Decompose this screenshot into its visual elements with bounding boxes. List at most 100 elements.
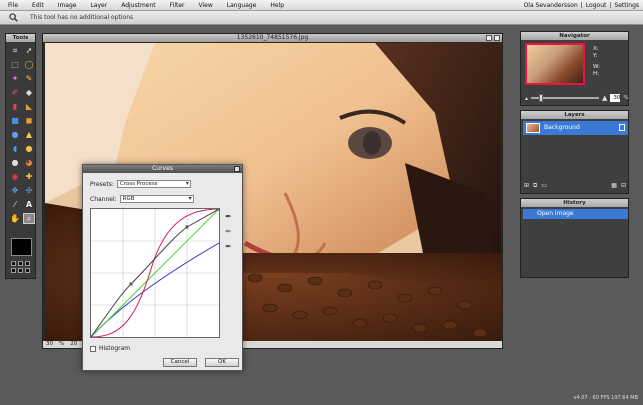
channel-select[interactable]: RGB bbox=[119, 195, 194, 203]
navigator-thumbnail[interactable] bbox=[525, 43, 585, 85]
sponge-icon[interactable]: ● bbox=[23, 143, 35, 154]
picker-icon[interactable]: ⁄ bbox=[9, 199, 21, 210]
ok-button[interactable]: OK bbox=[205, 358, 239, 367]
menu-adjustment[interactable]: Adjustment bbox=[113, 0, 161, 11]
settings-icon[interactable]: ⊟ bbox=[621, 182, 626, 190]
blur-icon[interactable]: ● bbox=[9, 129, 21, 140]
history-panel: History Open image bbox=[520, 198, 629, 278]
color-option[interactable] bbox=[18, 268, 23, 273]
curve-point bbox=[185, 225, 189, 229]
zoom-value[interactable]: 30 bbox=[46, 341, 53, 347]
layers-panel: Layers Background ⊞ ⧉ ▭ ▦ ⊟ bbox=[520, 110, 629, 194]
duplicate-icon[interactable]: ⧉ bbox=[533, 182, 537, 190]
color-option[interactable] bbox=[11, 268, 16, 273]
brush-icon[interactable]: ✐ bbox=[9, 87, 21, 98]
h-label: H: bbox=[593, 71, 599, 77]
gray-point-eyedropper-icon[interactable]: ✒ bbox=[225, 227, 234, 236]
percent-unit: % bbox=[623, 95, 629, 101]
color-options bbox=[11, 261, 30, 273]
presets-select[interactable]: Cross Process bbox=[116, 180, 191, 188]
white-point-eyedropper-icon[interactable]: ✒ bbox=[225, 242, 234, 251]
menu-view[interactable]: View bbox=[191, 0, 219, 11]
eraser-icon[interactable]: ▮ bbox=[9, 101, 21, 112]
pinch-icon[interactable]: ✥ bbox=[9, 185, 21, 196]
add-layer-icon[interactable]: ⊞ bbox=[524, 182, 529, 190]
wand-icon[interactable]: ✦ bbox=[9, 73, 21, 84]
history-item[interactable]: Open image bbox=[523, 209, 628, 219]
presets-label: Presets: bbox=[90, 180, 114, 188]
menu-separator: | bbox=[580, 2, 583, 9]
tools-panel: Tools ⌗ ➚ ⬚ ◯ ✦ ✎ ✐ ◆ ▮ ◣ ■ ◼ ● ▲ ◖ ● ● … bbox=[5, 33, 36, 279]
navigator-coords: X: Y: W: H: bbox=[593, 46, 600, 78]
move-icon[interactable]: ➚ bbox=[23, 45, 35, 56]
menu-filter[interactable]: Filter bbox=[162, 0, 191, 11]
zoom-input[interactable]: 30 bbox=[610, 94, 621, 102]
text-icon[interactable]: A bbox=[23, 199, 35, 210]
zoom-out-icon[interactable]: ▴ bbox=[525, 95, 528, 102]
channel-row: Channel: RGB bbox=[90, 195, 194, 203]
menu-edit[interactable]: Edit bbox=[24, 0, 50, 11]
sharpen-icon[interactable]: ▲ bbox=[23, 129, 35, 140]
menu-image[interactable]: Image bbox=[50, 0, 83, 11]
options-text: This tool has no additional options bbox=[30, 14, 134, 21]
menu-layer[interactable]: Layer bbox=[82, 0, 113, 11]
zoom-slider[interactable] bbox=[531, 94, 600, 102]
menu-file[interactable]: File bbox=[0, 0, 24, 11]
color-option[interactable] bbox=[18, 261, 23, 266]
x-label: X: bbox=[593, 46, 599, 52]
eyedropper-tools: ✒ ✒ ✒ bbox=[225, 212, 234, 251]
foreground-color-swatch[interactable] bbox=[11, 238, 32, 256]
history-item-label: Open image bbox=[537, 210, 574, 217]
status-text: v4.07 - 60 FPS 197.64 MB bbox=[573, 395, 638, 401]
crop-icon[interactable]: ⌗ bbox=[9, 45, 21, 56]
y-label: Y: bbox=[593, 53, 598, 59]
folder-icon[interactable]: ▭ bbox=[541, 182, 547, 190]
logout-link[interactable]: Logout bbox=[586, 0, 607, 11]
settings-link[interactable]: Settings bbox=[614, 0, 639, 11]
trash-icon[interactable]: ▦ bbox=[611, 182, 617, 190]
pencil-icon[interactable]: ✎ bbox=[23, 73, 35, 84]
options-bar: This tool has no additional options bbox=[0, 11, 643, 25]
smudge-icon[interactable]: ◖ bbox=[9, 143, 21, 154]
curves-graph[interactable] bbox=[89, 207, 220, 339]
histogram-row: Histogram bbox=[90, 345, 130, 352]
gradient-icon[interactable]: ■ bbox=[9, 115, 21, 126]
layers-title: Layers bbox=[521, 111, 628, 119]
zoom-icon[interactable]: ⌕ bbox=[23, 213, 35, 224]
cancel-button[interactable]: Cancel bbox=[163, 358, 197, 367]
burn-icon[interactable]: ◕ bbox=[23, 157, 35, 168]
shape-icon[interactable]: ◼ bbox=[23, 115, 35, 126]
image-size-partial: 20 bbox=[70, 341, 78, 347]
channel-label: Channel: bbox=[90, 195, 117, 203]
redeye-icon[interactable]: ◉ bbox=[9, 171, 21, 182]
close-button[interactable] bbox=[234, 166, 240, 172]
zoom-slider-knob[interactable] bbox=[539, 94, 544, 102]
menu-help[interactable]: Help bbox=[262, 0, 290, 11]
color-option[interactable] bbox=[25, 268, 30, 273]
layer-visibility-checkbox[interactable] bbox=[619, 124, 625, 131]
presets-row: Presets: Cross Process bbox=[90, 180, 191, 188]
marquee-icon[interactable]: ⬚ bbox=[9, 59, 21, 70]
dodge-icon[interactable]: ● bbox=[9, 157, 21, 168]
curves-dialog: Curves Presets: Cross Process Channel: R… bbox=[82, 164, 243, 371]
black-point-eyedropper-icon[interactable]: ✒ bbox=[225, 212, 234, 221]
image-window-title: 1352610_74851576.jpg bbox=[43, 34, 502, 42]
layer-item[interactable]: Background bbox=[523, 121, 628, 135]
histogram-label: Histogram bbox=[99, 345, 131, 352]
bloat-icon[interactable]: ✣ bbox=[23, 185, 35, 196]
hand-icon[interactable]: ✋ bbox=[9, 213, 21, 224]
bucket-icon[interactable]: ◣ bbox=[23, 101, 35, 112]
clone-icon[interactable]: ◆ bbox=[23, 87, 35, 98]
lasso-icon[interactable]: ◯ bbox=[23, 59, 35, 70]
histogram-checkbox[interactable] bbox=[90, 345, 96, 352]
color-option[interactable] bbox=[25, 261, 30, 266]
navigator-panel: Navigator X: Y: W: H: ▴ ▲ 30 % bbox=[520, 31, 629, 106]
close-button[interactable] bbox=[494, 35, 500, 41]
maximize-button[interactable] bbox=[486, 35, 492, 41]
zoom-in-icon[interactable]: ▲ bbox=[602, 94, 607, 102]
spot-icon[interactable]: ✚ bbox=[23, 171, 35, 182]
color-option[interactable] bbox=[11, 261, 16, 266]
curve-point bbox=[216, 207, 220, 211]
magnifier-icon bbox=[9, 13, 18, 22]
menu-language[interactable]: Language bbox=[219, 0, 263, 11]
